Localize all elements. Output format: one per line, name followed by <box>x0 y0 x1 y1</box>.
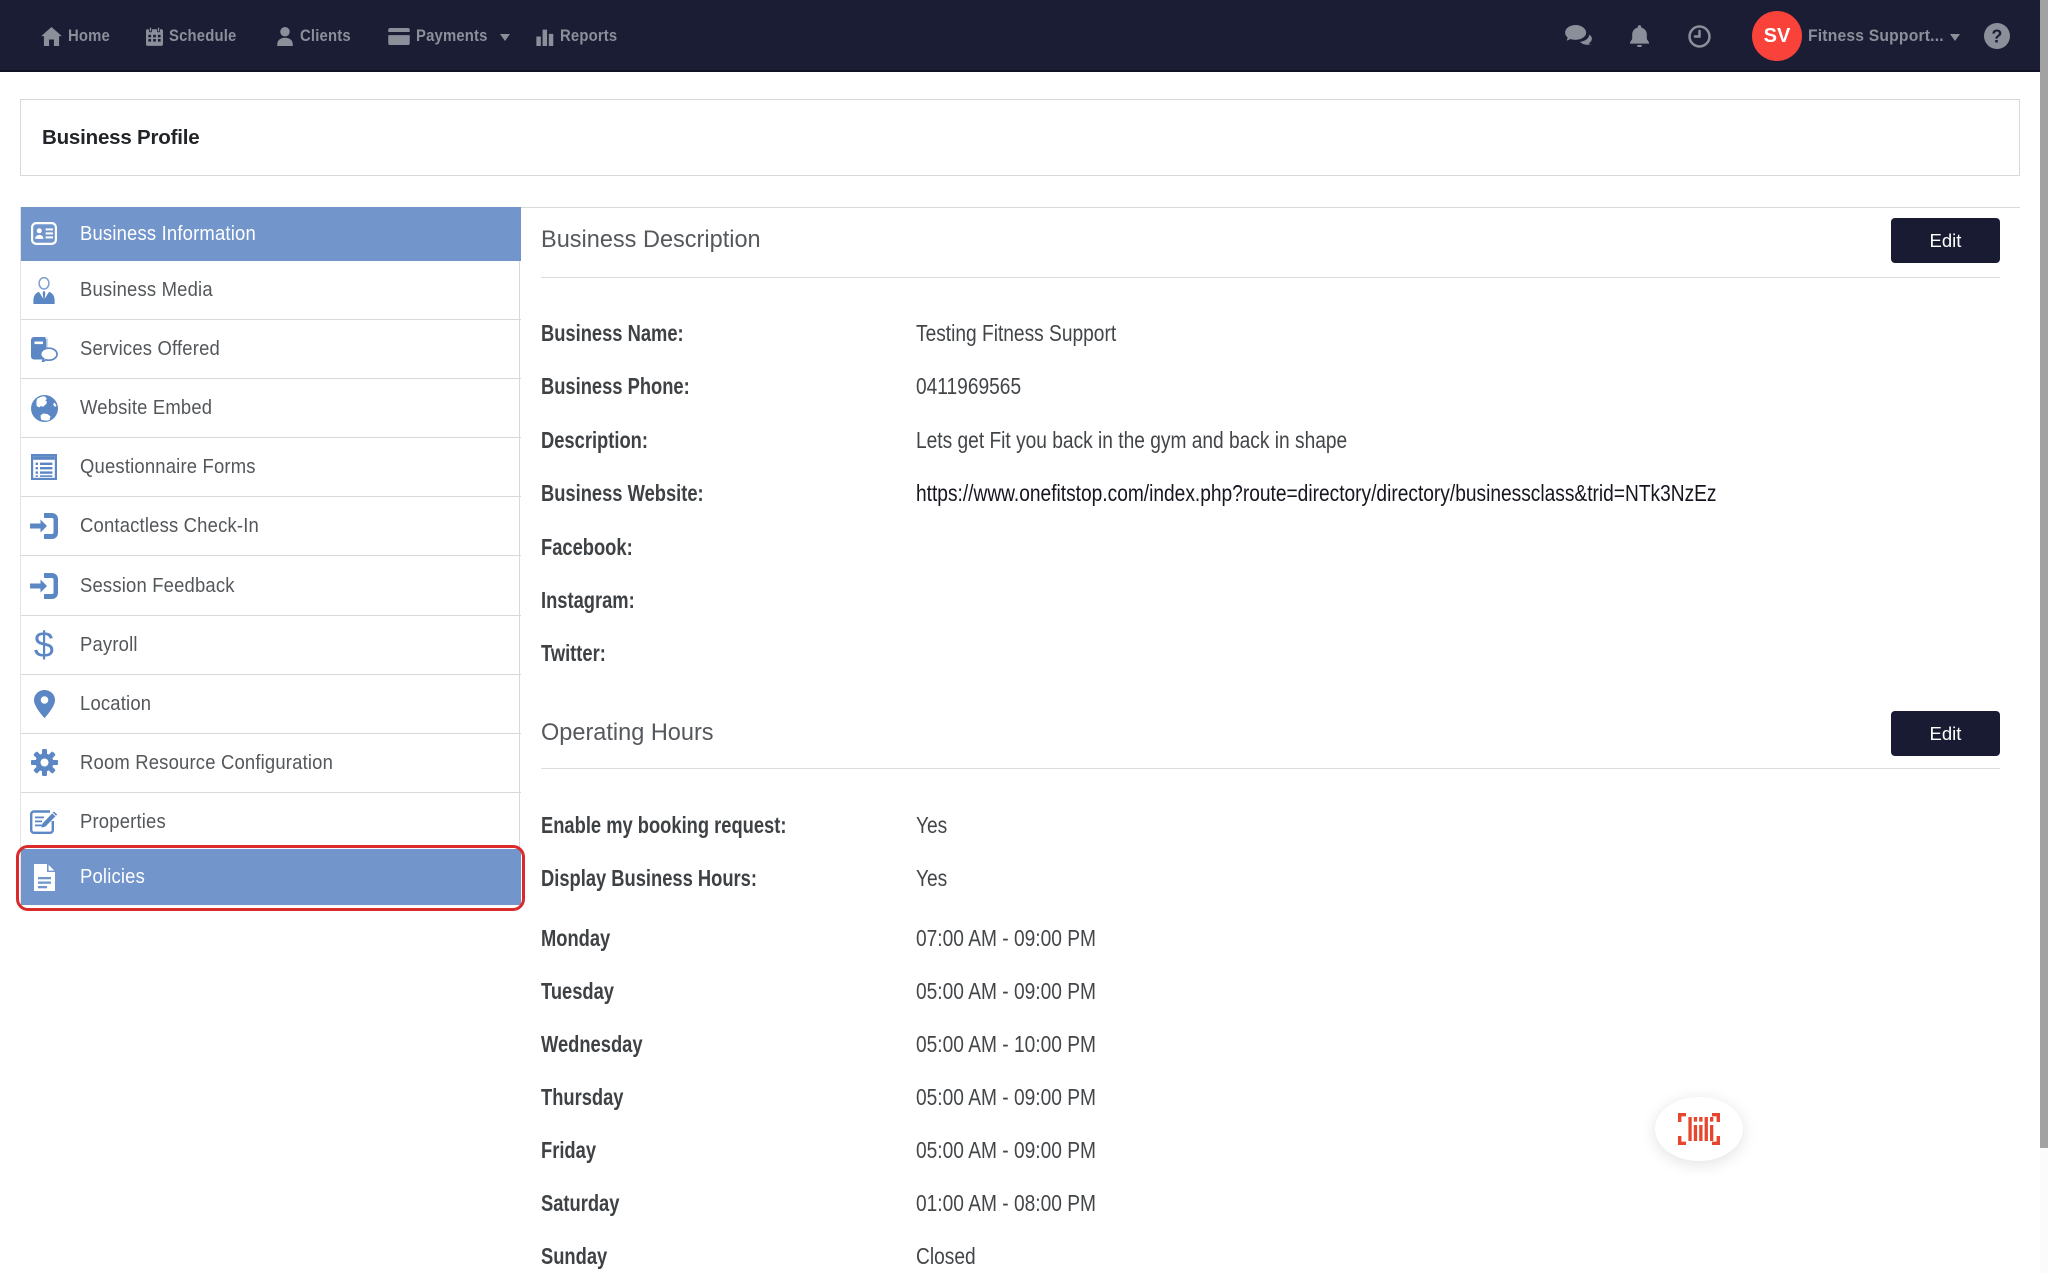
svg-text:?: ? <box>1991 27 2002 47</box>
